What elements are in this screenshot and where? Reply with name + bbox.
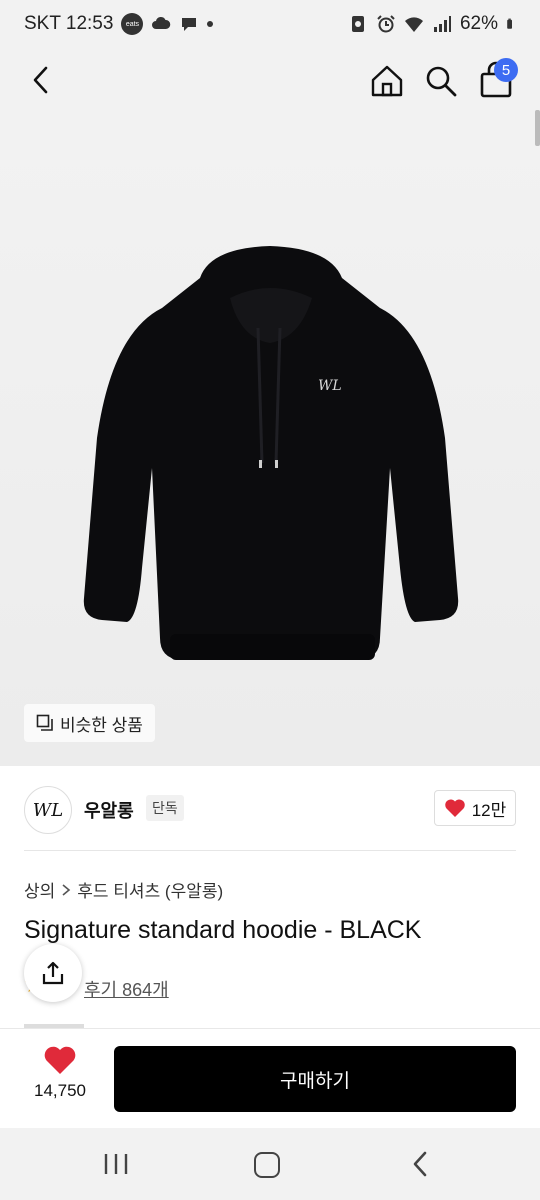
heart-icon (444, 799, 465, 817)
battery-percent: 62% (459, 13, 498, 34)
home-nav-icon[interactable] (254, 1152, 280, 1178)
breadcrumb-subcategory[interactable]: 후드 티셔츠 (우알롱) (77, 877, 223, 902)
status-right: 62% (348, 13, 518, 35)
similar-products-button[interactable]: 비슷한 상품 (24, 704, 155, 742)
alarm-icon (377, 15, 395, 33)
status-left: SKT 12:53 eats (24, 13, 214, 35)
top-app-bar (0, 50, 540, 110)
share-icon (42, 961, 64, 985)
cart-count-badge: 5 (494, 58, 518, 82)
share-button[interactable] (24, 944, 82, 1002)
review-count-link[interactable]: 후기 864개 (84, 976, 169, 1002)
notification-dot (207, 21, 214, 27)
buy-button[interactable]: 구매하기 (114, 1046, 516, 1112)
search-icon[interactable] (422, 62, 460, 100)
brand-name[interactable]: 우알롱 (84, 797, 134, 823)
home-icon[interactable] (368, 62, 406, 100)
chat-bubble-icon (182, 18, 197, 31)
wifi-icon (404, 17, 423, 32)
similar-products-label: 비슷한 상품 (60, 715, 143, 735)
exclusive-tag: 단독 (146, 795, 184, 821)
heart-icon (44, 1046, 76, 1074)
bottom-action-bar: 14,750 구매하기 (0, 1028, 540, 1128)
chevron-right-icon (62, 883, 71, 896)
wishlist-button[interactable]: 14,750 (26, 1045, 94, 1115)
back-arrow-icon[interactable] (24, 62, 60, 98)
divider (24, 850, 516, 851)
coupang-eats-icon: eats (121, 13, 144, 35)
product-image[interactable]: 비슷한 상품 (0, 110, 540, 766)
recent-apps-icon[interactable] (102, 1152, 130, 1176)
breadcrumb-category[interactable]: 상의 (24, 877, 55, 902)
carrier-time: SKT 12:53 (24, 13, 114, 34)
back-nav-icon[interactable] (408, 1150, 432, 1178)
brand-like-count: 12만 (471, 800, 507, 820)
system-nav-bar (0, 1128, 540, 1200)
scrollbar[interactable] (535, 110, 540, 146)
product-title: Signature standard hoodie - BLACK (24, 916, 422, 944)
brand-like-button[interactable]: 12만 (434, 790, 516, 826)
hoodie-image (83, 246, 459, 660)
breadcrumb: 상의 후드 티셔츠 (우알롱) (24, 877, 223, 902)
status-bar: SKT 12:53 eats 62% (0, 0, 540, 50)
signal-icon (433, 16, 451, 32)
battery-icon (507, 18, 512, 29)
vpn-key-icon (351, 16, 364, 32)
brand-logo[interactable]: WL (24, 786, 72, 834)
hoodie-logo-mark: WL (318, 378, 342, 394)
wishlist-count: 14,750 (34, 1081, 86, 1100)
cloud-icon (152, 16, 171, 29)
similar-copy-icon (36, 714, 53, 731)
brand-row[interactable]: WL 우알롱 단독 12만 (0, 766, 540, 850)
